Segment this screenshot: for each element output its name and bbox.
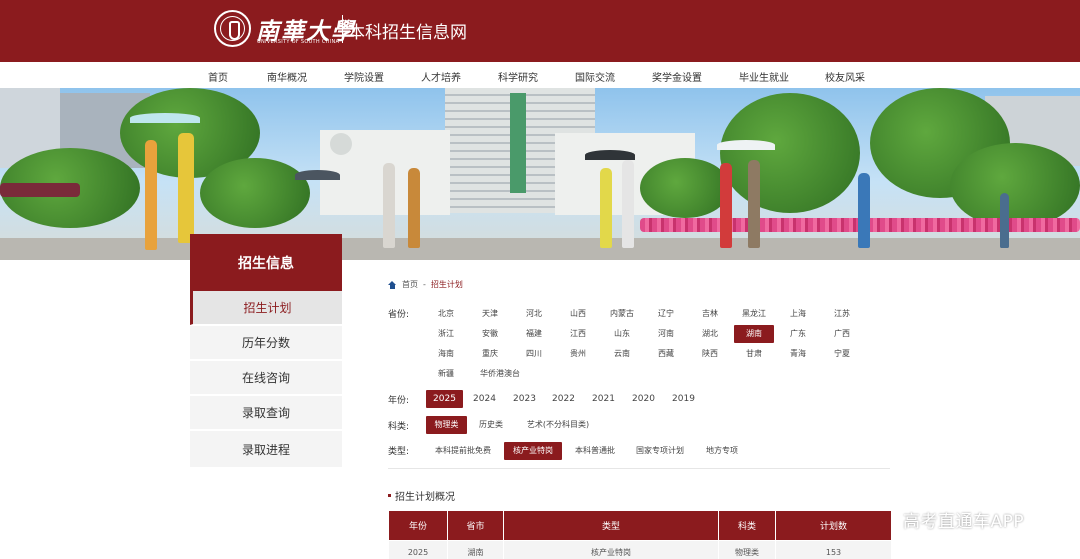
table-header-year: 年份 xyxy=(389,511,448,540)
nav-item-alumni[interactable]: 校友风采 xyxy=(825,69,865,84)
province-option[interactable]: 湖北 xyxy=(690,325,730,343)
province-option[interactable]: 宁夏 xyxy=(822,345,862,363)
year-option[interactable]: 2022 xyxy=(545,390,582,408)
section-title: 招生计划概况 xyxy=(388,488,455,503)
breadcrumb-current: 招生计划 xyxy=(430,280,463,289)
province-option[interactable]: 西藏 xyxy=(646,345,686,363)
province-option[interactable]: 黑龙江 xyxy=(734,305,774,323)
year-option[interactable]: 2020 xyxy=(625,390,662,408)
nav-item-education[interactable]: 人才培养 xyxy=(421,69,461,84)
province-option[interactable]: 青海 xyxy=(778,345,818,363)
province-option[interactable]: 河南 xyxy=(646,325,686,343)
type-option-selected[interactable]: 核产业特岗 xyxy=(504,442,562,460)
table-header-type: 类型 xyxy=(504,511,719,540)
sidebar-item-consult[interactable]: 在线咨询 xyxy=(190,361,342,395)
table-cell: 2025 xyxy=(389,541,448,559)
province-option[interactable]: 浙江 xyxy=(426,325,466,343)
type-option[interactable]: 本科提前批免费 xyxy=(430,442,496,460)
province-option[interactable]: 海南 xyxy=(426,345,466,363)
nav-item-employment[interactable]: 毕业生就业 xyxy=(739,69,789,84)
site-title: 本科招生信息网 xyxy=(348,23,467,43)
breadcrumb-home-link[interactable]: 首页 xyxy=(402,279,418,290)
province-option[interactable]: 重庆 xyxy=(470,345,510,363)
section-divider xyxy=(388,468,890,469)
nav-item-scholarship[interactable]: 奖学金设置 xyxy=(652,69,702,84)
year-label: 年份: xyxy=(388,396,410,406)
table-cell: 湖南 xyxy=(448,541,504,559)
type-label: 类型: xyxy=(388,447,410,457)
province-option[interactable]: 山西 xyxy=(558,305,598,323)
province-option[interactable]: 安徽 xyxy=(470,325,510,343)
province-option[interactable]: 天津 xyxy=(470,305,510,323)
subject-option[interactable]: 历史类 xyxy=(472,416,510,434)
site-header: 南華大學 UNIVERSITY OF SOUTH CHINA 本科招生信息网 xyxy=(0,0,1080,62)
app-watermark: 高考直通车APP xyxy=(903,512,1025,532)
subject-option-selected[interactable]: 物理类 xyxy=(426,416,467,434)
table-cell: 153 xyxy=(776,541,891,559)
province-option[interactable]: 河北 xyxy=(514,305,554,323)
year-option[interactable]: 2021 xyxy=(585,390,622,408)
table-header-subject: 科类 xyxy=(719,511,776,540)
nav-item-overview[interactable]: 南华概况 xyxy=(267,69,307,84)
province-option[interactable]: 福建 xyxy=(514,325,554,343)
province-option[interactable]: 山东 xyxy=(602,325,642,343)
province-option[interactable]: 江苏 xyxy=(822,305,862,323)
nav-item-home[interactable]: 首页 xyxy=(208,69,228,84)
sidebar-item-scores[interactable]: 历年分数 xyxy=(190,326,342,360)
section-title-text: 招生计划概况 xyxy=(395,492,455,503)
sidebar-item-admission-query[interactable]: 录取查询 xyxy=(190,396,342,430)
province-option[interactable]: 江西 xyxy=(558,325,598,343)
year-option[interactable]: 2024 xyxy=(466,390,503,408)
nav-item-colleges[interactable]: 学院设置 xyxy=(344,69,384,84)
province-option[interactable]: 吉林 xyxy=(690,305,730,323)
province-option[interactable]: 甘肃 xyxy=(734,345,774,363)
province-option[interactable]: 华侨港澳台 xyxy=(470,365,530,383)
province-option[interactable]: 新疆 xyxy=(426,365,466,383)
university-english-name: UNIVERSITY OF SOUTH CHINA xyxy=(257,39,340,45)
province-label: 省份: xyxy=(388,310,410,320)
table-cell: 物理类 xyxy=(719,541,776,559)
province-option-selected[interactable]: 湖南 xyxy=(734,325,774,343)
main-nav: 首页 南华概况 学院设置 人才培养 科学研究 国际交流 奖学金设置 毕业生就业 … xyxy=(0,62,1080,88)
sidebar-item-admission-progress[interactable]: 录取进程 xyxy=(190,431,342,468)
province-option[interactable]: 北京 xyxy=(426,305,466,323)
sidebar-item-plan[interactable]: 招生计划 xyxy=(190,291,342,325)
year-option[interactable]: 2019 xyxy=(665,390,702,408)
subject-option[interactable]: 艺术(不分科目类) xyxy=(518,416,598,434)
province-option[interactable]: 内蒙古 xyxy=(602,305,642,323)
logo-divider xyxy=(342,15,343,43)
province-option[interactable]: 广东 xyxy=(778,325,818,343)
subject-label: 科类: xyxy=(388,422,410,432)
year-option-selected[interactable]: 2025 xyxy=(426,390,463,408)
table-header-count: 计划数 xyxy=(776,511,891,540)
university-seal-logo[interactable] xyxy=(214,10,251,47)
section-bullet-icon xyxy=(388,494,391,497)
province-option[interactable]: 上海 xyxy=(778,305,818,323)
nav-item-international[interactable]: 国际交流 xyxy=(575,69,615,84)
province-option[interactable]: 四川 xyxy=(514,345,554,363)
breadcrumb-separator: - xyxy=(423,280,426,289)
nav-item-research[interactable]: 科学研究 xyxy=(498,69,538,84)
province-option[interactable]: 辽宁 xyxy=(646,305,686,323)
table-cell: 核产业特岗 xyxy=(504,541,719,559)
type-option[interactable]: 国家专项计划 xyxy=(630,442,690,460)
province-option[interactable]: 广西 xyxy=(822,325,862,343)
type-option[interactable]: 本科普通批 xyxy=(569,442,621,460)
year-option[interactable]: 2023 xyxy=(506,390,543,408)
type-option[interactable]: 地方专项 xyxy=(700,442,744,460)
province-option[interactable]: 陕西 xyxy=(690,345,730,363)
sidebar-title: 招生信息 xyxy=(190,234,342,291)
table-header-province: 省市 xyxy=(448,511,504,540)
province-option[interactable]: 云南 xyxy=(602,345,642,363)
province-option[interactable]: 贵州 xyxy=(558,345,598,363)
home-icon xyxy=(388,280,397,289)
breadcrumb: 首页 - 招生计划 xyxy=(388,279,463,290)
campus-banner-image xyxy=(0,88,1080,260)
